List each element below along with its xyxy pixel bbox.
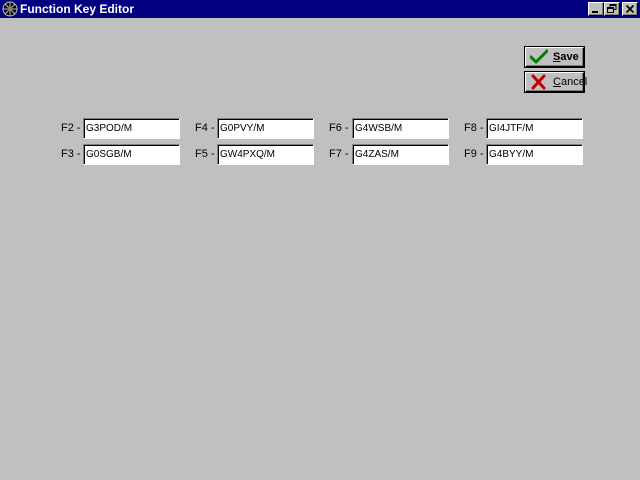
restore-icon	[607, 4, 617, 13]
save-button[interactable]: Save	[525, 47, 584, 67]
f7-label: F7 -	[329, 148, 349, 160]
title-bar[interactable]: Function Key Editor	[0, 0, 640, 18]
f6-label: F6 -	[329, 122, 349, 134]
minimize-icon	[592, 11, 598, 13]
checkmark-icon	[530, 49, 548, 64]
f5-input[interactable]	[217, 144, 314, 165]
restore-button[interactable]	[604, 2, 620, 16]
close-icon	[625, 4, 635, 14]
x-icon	[531, 74, 546, 90]
f9-label: F9 -	[464, 148, 484, 160]
f5-label: F5 -	[195, 148, 215, 160]
f8-input[interactable]	[486, 118, 583, 139]
f7-input[interactable]	[352, 144, 449, 165]
f2-label: F2 -	[61, 122, 81, 134]
f8-label: F8 -	[464, 122, 484, 134]
cancel-label: Cancel	[553, 76, 588, 88]
minimize-button[interactable]	[588, 2, 604, 16]
f4-label: F4 -	[195, 122, 215, 134]
close-button[interactable]	[622, 2, 638, 16]
f3-label: F3 -	[61, 148, 81, 160]
f3-input[interactable]	[83, 144, 180, 165]
window-title: Function Key Editor	[20, 2, 134, 16]
f4-input[interactable]	[217, 118, 314, 139]
cancel-button[interactable]: Cancel	[525, 72, 588, 92]
save-label: Save	[553, 51, 579, 63]
f9-input[interactable]	[486, 144, 583, 165]
f6-input[interactable]	[352, 118, 449, 139]
app-icon[interactable]	[2, 1, 18, 17]
f2-input[interactable]	[83, 118, 180, 139]
